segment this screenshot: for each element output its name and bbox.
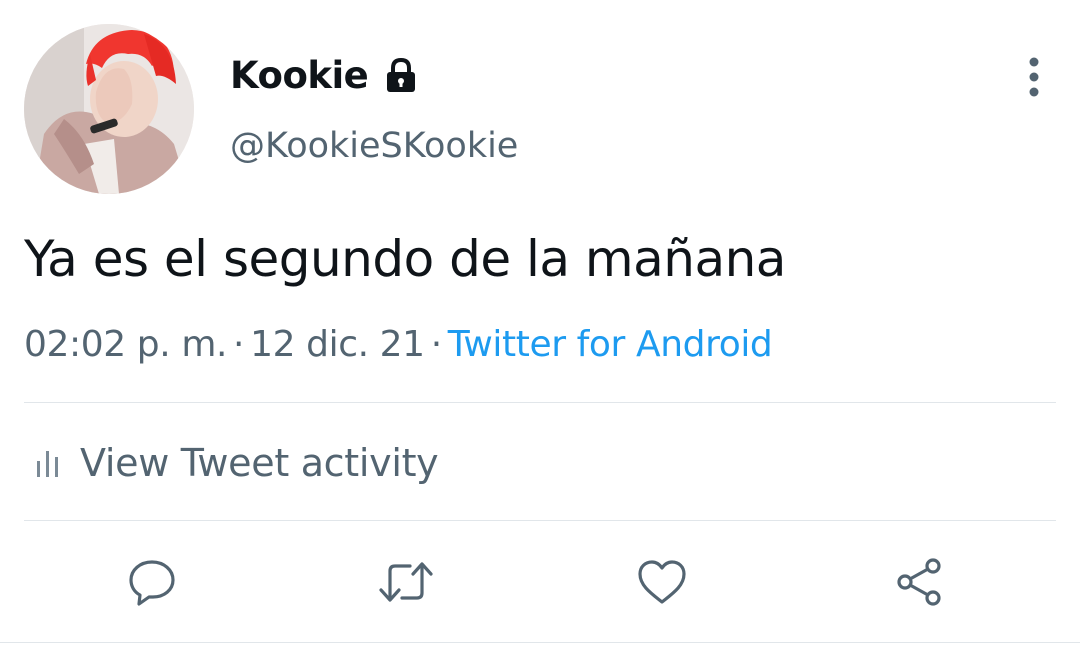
reply-icon	[126, 557, 178, 611]
avatar[interactable]	[24, 24, 194, 194]
activity-bars-icon	[34, 445, 62, 481]
lock-icon	[384, 56, 418, 96]
author-display-name[interactable]: Kookie	[230, 52, 418, 100]
display-name-text: Kookie	[230, 54, 369, 97]
view-activity-label: View Tweet activity	[80, 441, 439, 485]
author-handle[interactable]: @KookieSKookie	[230, 122, 518, 170]
avatar-photo	[24, 24, 194, 194]
divider	[24, 520, 1056, 521]
divider	[0, 642, 1080, 643]
like-button[interactable]	[634, 556, 690, 612]
tweet-time[interactable]: 02:02 p. m.	[24, 324, 227, 365]
meta-separator: ·	[430, 324, 442, 365]
share-icon	[893, 557, 947, 611]
more-vertical-icon[interactable]	[1016, 56, 1052, 98]
share-button[interactable]	[892, 556, 948, 612]
tweet-meta: 02:02 p. m. · 12 dic. 21 · Twitter for Andro…	[24, 320, 773, 370]
heart-icon	[635, 557, 689, 611]
retweet-button[interactable]	[378, 556, 434, 612]
meta-separator: ·	[233, 324, 245, 365]
tweet-text: Ya es el segundo de la mañana	[24, 230, 786, 288]
view-activity-link[interactable]: View Tweet activity	[34, 438, 439, 488]
tweet-actions-bar	[0, 550, 1080, 620]
tweet-date[interactable]: 12 dic. 21	[250, 324, 425, 365]
tweet-source-link[interactable]: Twitter for Android	[448, 324, 773, 365]
divider	[24, 402, 1056, 403]
retweet-icon	[376, 557, 436, 611]
reply-button[interactable]	[124, 556, 180, 612]
